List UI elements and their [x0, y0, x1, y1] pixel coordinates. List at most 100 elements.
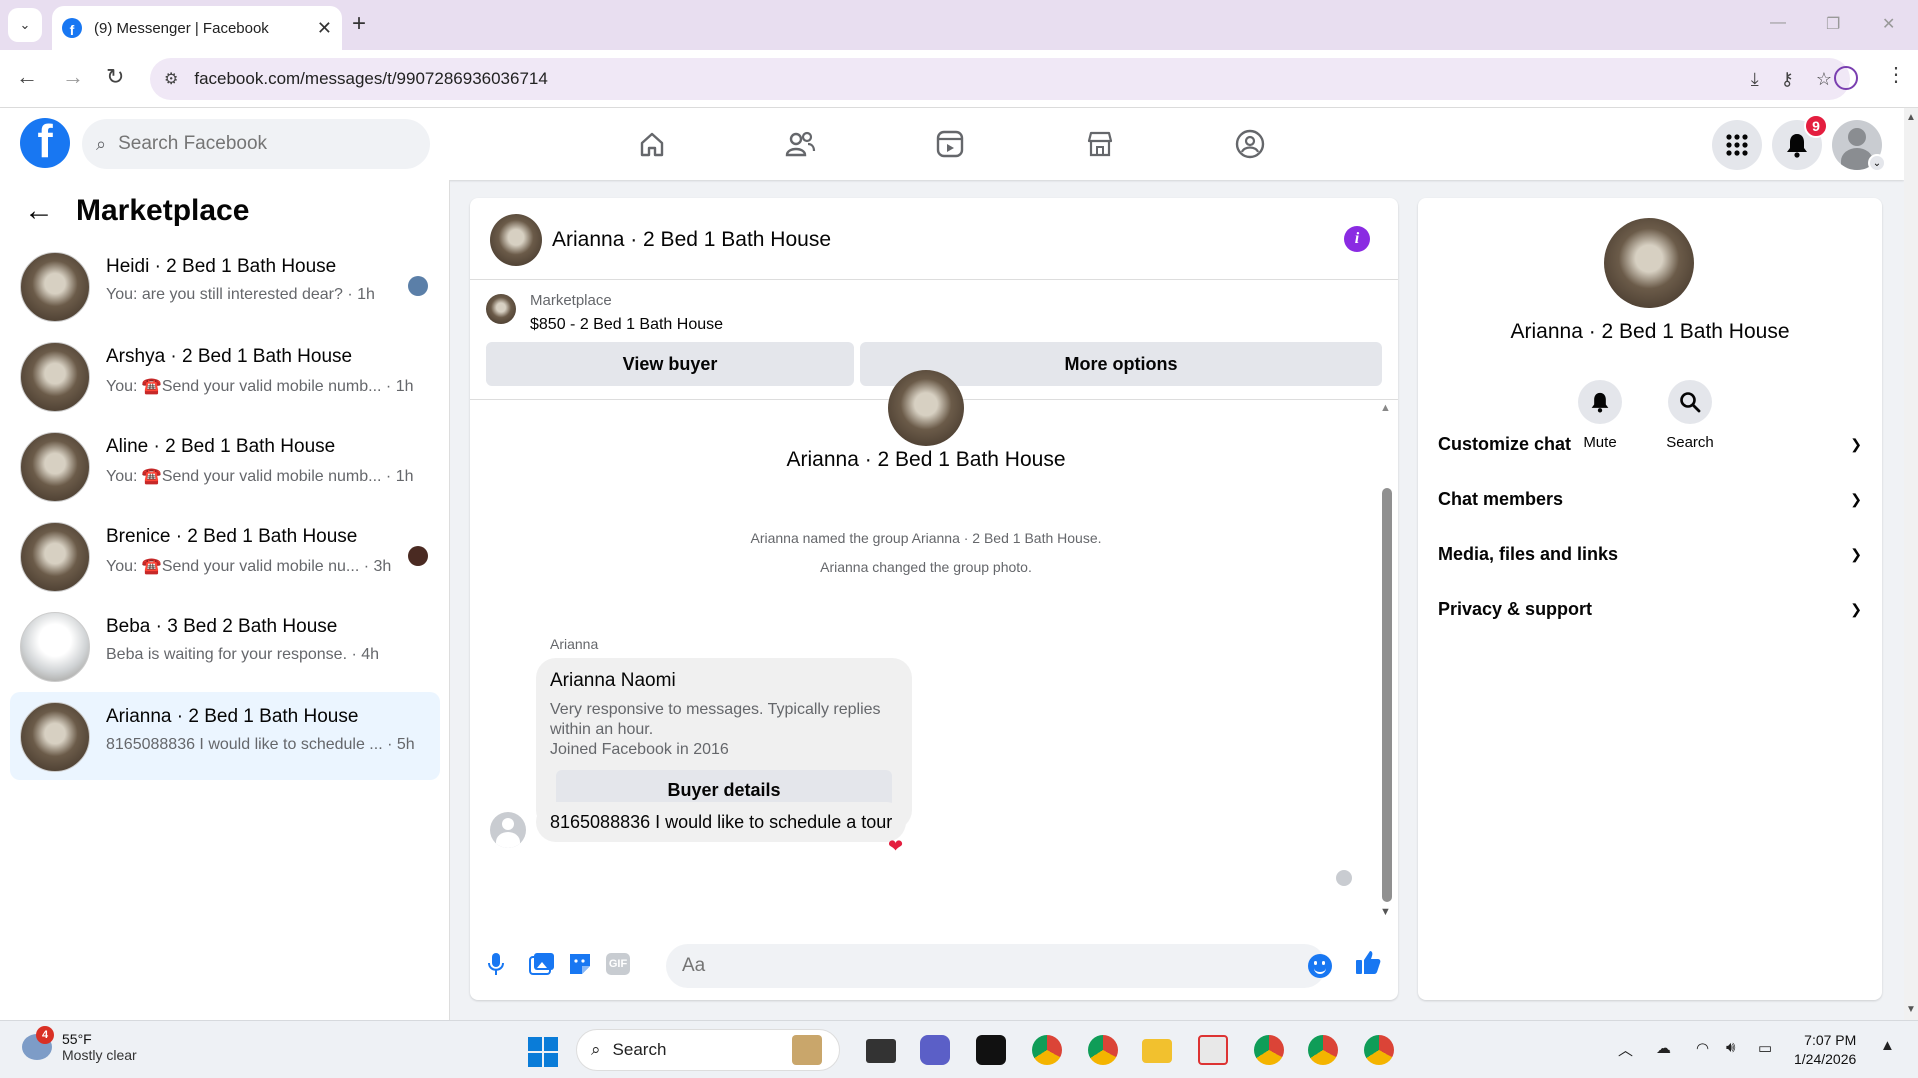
chrome-profile-icon[interactable] — [1088, 1035, 1118, 1065]
heart-reaction-icon[interactable]: ❤ — [888, 836, 903, 857]
cloud-offline-icon[interactable]: ☁ — [1656, 1039, 1671, 1057]
reload-button[interactable]: ↻ — [106, 64, 124, 90]
restore-window-button[interactable]: ❐ — [1826, 14, 1840, 34]
facebook-search-input[interactable] — [118, 133, 389, 155]
conversation-item[interactable]: Brenice · 2 Bed 1 Bath House You: ☎️Send… — [10, 512, 440, 600]
video-icon[interactable] — [932, 126, 968, 162]
capcut-icon[interactable] — [976, 1035, 1006, 1065]
photo-icon[interactable] — [528, 950, 556, 978]
browser-tab[interactable]: f (9) Messenger | Facebook ✕ — [52, 6, 342, 50]
task-view-icon[interactable] — [866, 1039, 896, 1063]
customize-chat-row[interactable]: Customize chat ❯ — [1438, 424, 1862, 464]
conversation-item-active[interactable]: Arianna · 2 Bed 1 Bath House 8165088836 … — [10, 692, 440, 780]
facebook-search[interactable]: ⌕ — [82, 119, 430, 169]
facebook-logo-icon[interactable]: f — [20, 118, 70, 168]
browser-menu-icon[interactable]: ⋮ — [1886, 62, 1906, 87]
chrome-profile-icon[interactable] — [1032, 1035, 1062, 1065]
friends-icon[interactable] — [782, 126, 818, 162]
menu-grid-button[interactable] — [1712, 120, 1762, 170]
conversation-name: Arianna · 2 Bed 1 Bath House — [106, 706, 359, 727]
message-bubble[interactable]: 8165088836 I would like to schedule a to… — [536, 802, 907, 842]
microphone-icon[interactable] — [482, 950, 510, 978]
chrome-profile-icon[interactable] — [1308, 1035, 1338, 1065]
notification-bell-icon[interactable]: ▲ — [1880, 1037, 1895, 1054]
listing-thumbnail[interactable] — [486, 294, 516, 324]
site-info-icon[interactable]: ⚙ — [164, 69, 178, 89]
browser-toolbar: ← → ↻ ⚙ facebook.com/messages/t/99072869… — [0, 50, 1918, 108]
home-icon[interactable] — [634, 126, 670, 162]
password-key-icon[interactable]: ⚷ — [1781, 69, 1794, 90]
conversation-preview: You: ☎️Send your valid mobile nu... · 3h — [106, 558, 392, 575]
search-icon: ⌕ — [96, 133, 107, 154]
marketplace-icon[interactable] — [1082, 126, 1118, 162]
close-tab-icon[interactable]: ✕ — [317, 18, 332, 39]
conversation-item[interactable]: Heidi · 2 Bed 1 Bath House You: are you … — [10, 242, 440, 330]
media-files-links-row[interactable]: Media, files and links ❯ — [1438, 534, 1862, 574]
install-app-icon[interactable]: ⤓ — [1751, 69, 1759, 90]
url-text: facebook.com/messages/t/9907286936036714 — [194, 69, 548, 88]
chat-scrollbar[interactable]: ▲ ▼ — [1378, 400, 1394, 918]
section-label: Privacy & support — [1438, 598, 1593, 619]
account-chevron-icon[interactable]: ⌄ — [1868, 154, 1886, 172]
volume-icon[interactable]: 🔊︎ — [1726, 1039, 1735, 1056]
privacy-support-row[interactable]: Privacy & support ❯ — [1438, 589, 1862, 629]
info-icon[interactable]: i — [1344, 226, 1370, 252]
gif-icon[interactable]: GIF — [606, 953, 630, 975]
wifi-icon[interactable]: ◠ — [1696, 1039, 1709, 1057]
conversation-item[interactable]: Beba · 3 Bed 2 Bath House Beba is waitin… — [10, 602, 440, 690]
teams-icon[interactable] — [920, 1035, 950, 1065]
new-tab-button[interactable]: + — [352, 12, 366, 36]
page-scrollbar[interactable]: ▲ ▼ — [1904, 108, 1918, 1020]
browser-profile-icon[interactable] — [1834, 66, 1858, 90]
conversation-avatar — [20, 252, 90, 322]
minimize-window-button[interactable]: — — [1770, 14, 1786, 32]
chevron-down-icon: ❯ — [1850, 490, 1862, 507]
section-label: Chat members — [1438, 488, 1564, 509]
thumbs-up-icon[interactable] — [1354, 948, 1382, 976]
chat-title[interactable]: Arianna · 2 Bed 1 Bath House — [552, 228, 831, 252]
battery-icon[interactable]: ▭ — [1758, 1039, 1772, 1057]
conversation-avatar — [20, 342, 90, 412]
weather-description: Mostly clear — [62, 1047, 137, 1063]
conversation-name: Brenice · 2 Bed 1 Bath House — [106, 526, 358, 547]
groups-icon[interactable] — [1232, 126, 1268, 162]
taskbar-app-icon[interactable] — [792, 1035, 822, 1065]
address-bar[interactable]: ⚙ facebook.com/messages/t/99072869360367… — [150, 58, 1850, 100]
conversation-item[interactable]: Aline · 2 Bed 1 Bath House You: ☎️Send y… — [10, 422, 440, 510]
sender-avatar[interactable] — [490, 812, 526, 848]
listing-price[interactable]: $850 - 2 Bed 1 Bath House — [530, 316, 723, 334]
conversation-avatar — [20, 702, 90, 772]
emoji-icon[interactable] — [1308, 954, 1332, 978]
close-window-button[interactable]: ✕ — [1882, 14, 1895, 34]
snipping-tool-icon[interactable] — [1198, 1035, 1228, 1065]
back-arrow-icon[interactable]: ← — [24, 194, 54, 228]
system-clock[interactable]: 7:07 PM 1/24/2026 — [1794, 1031, 1856, 1069]
conversation-preview: You: ☎️Send your valid mobile numb... · … — [106, 468, 414, 485]
view-buyer-button[interactable]: View buyer — [486, 342, 854, 386]
bookmark-star-icon[interactable]: ☆ — [1816, 69, 1832, 90]
chrome-profile-icon[interactable] — [1254, 1035, 1284, 1065]
seen-avatar — [408, 546, 428, 566]
conversation-item[interactable]: Arshya · 2 Bed 1 Bath House You: ☎️Send … — [10, 332, 440, 420]
weather-widget[interactable]: 4 55°F Mostly clear — [22, 1026, 137, 1063]
tab-search-button[interactable]: ⌄ — [8, 8, 42, 42]
chat-window: Arianna · 2 Bed 1 Bath House i Marketpla… — [470, 198, 1398, 1000]
facebook-favicon-icon: f — [62, 18, 82, 38]
chat-avatar[interactable] — [490, 214, 542, 266]
chat-members-row[interactable]: Chat members ❯ — [1438, 479, 1862, 519]
buyer-name: Arianna Naomi — [550, 670, 676, 691]
back-button[interactable]: ← — [16, 64, 38, 90]
file-explorer-icon[interactable] — [1142, 1039, 1172, 1063]
sticker-icon[interactable] — [566, 950, 594, 978]
conversation-avatar — [20, 612, 90, 682]
forward-button[interactable]: → — [62, 64, 84, 90]
chat-info-avatar — [1604, 218, 1694, 308]
show-hidden-icons[interactable]: ︿ — [1618, 1039, 1633, 1060]
chrome-profile-icon[interactable] — [1364, 1035, 1394, 1065]
seen-avatar — [408, 276, 428, 296]
start-button[interactable] — [528, 1037, 558, 1067]
bell-icon — [1787, 134, 1807, 158]
thread-name: Arianna · 2 Bed 1 Bath House — [786, 448, 1066, 471]
system-message: Arianna named the group Arianna · 2 Bed … — [750, 530, 1102, 546]
message-input[interactable] — [666, 944, 1326, 988]
